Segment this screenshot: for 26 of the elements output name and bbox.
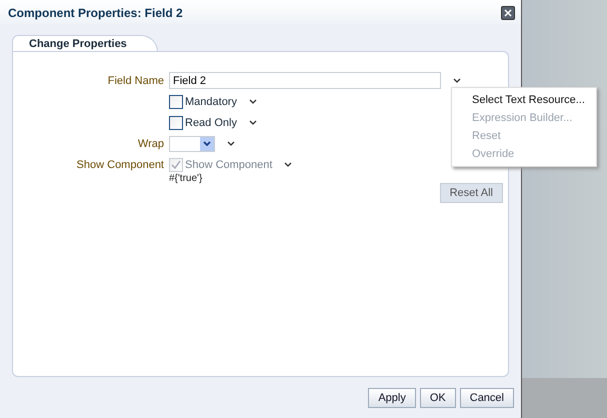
menu-item[interactable]: Select Text Resource... [452, 91, 596, 109]
field-label: Wrap [138, 138, 164, 150]
dialog-button[interactable]: Cancel [460, 388, 514, 408]
chevron-icon [203, 141, 211, 146]
caret-icon[interactable] [284, 162, 292, 167]
field-label: Field Name [108, 74, 164, 86]
caret-icon[interactable] [453, 78, 461, 83]
checkbox-label: Mandatory [185, 96, 237, 108]
checkbox[interactable] [169, 94, 183, 108]
checkbox-label: Read Only [185, 116, 237, 128]
dialog-button[interactable]: Apply [368, 388, 416, 408]
reset-all-button[interactable]: Reset All [440, 183, 503, 203]
caret-icon[interactable] [248, 120, 257, 125]
input-field[interactable]: Field 2 [169, 72, 441, 89]
caret-icon[interactable] [248, 99, 257, 104]
tab[interactable]: Change Properties [12, 35, 158, 52]
field-label: Show Component [76, 158, 164, 170]
caret-icon[interactable] [227, 141, 235, 146]
expression-text: #{'true'} [169, 173, 204, 184]
window-title: Component Properties: Field 2 [8, 6, 183, 20]
close-button[interactable] [501, 6, 515, 20]
dropdown[interactable] [169, 136, 215, 152]
close-icon [504, 8, 512, 16]
checkbox[interactable] [169, 116, 183, 130]
checkbox-label: Show Component [185, 158, 272, 170]
dialog-button[interactable]: OK [420, 388, 456, 408]
